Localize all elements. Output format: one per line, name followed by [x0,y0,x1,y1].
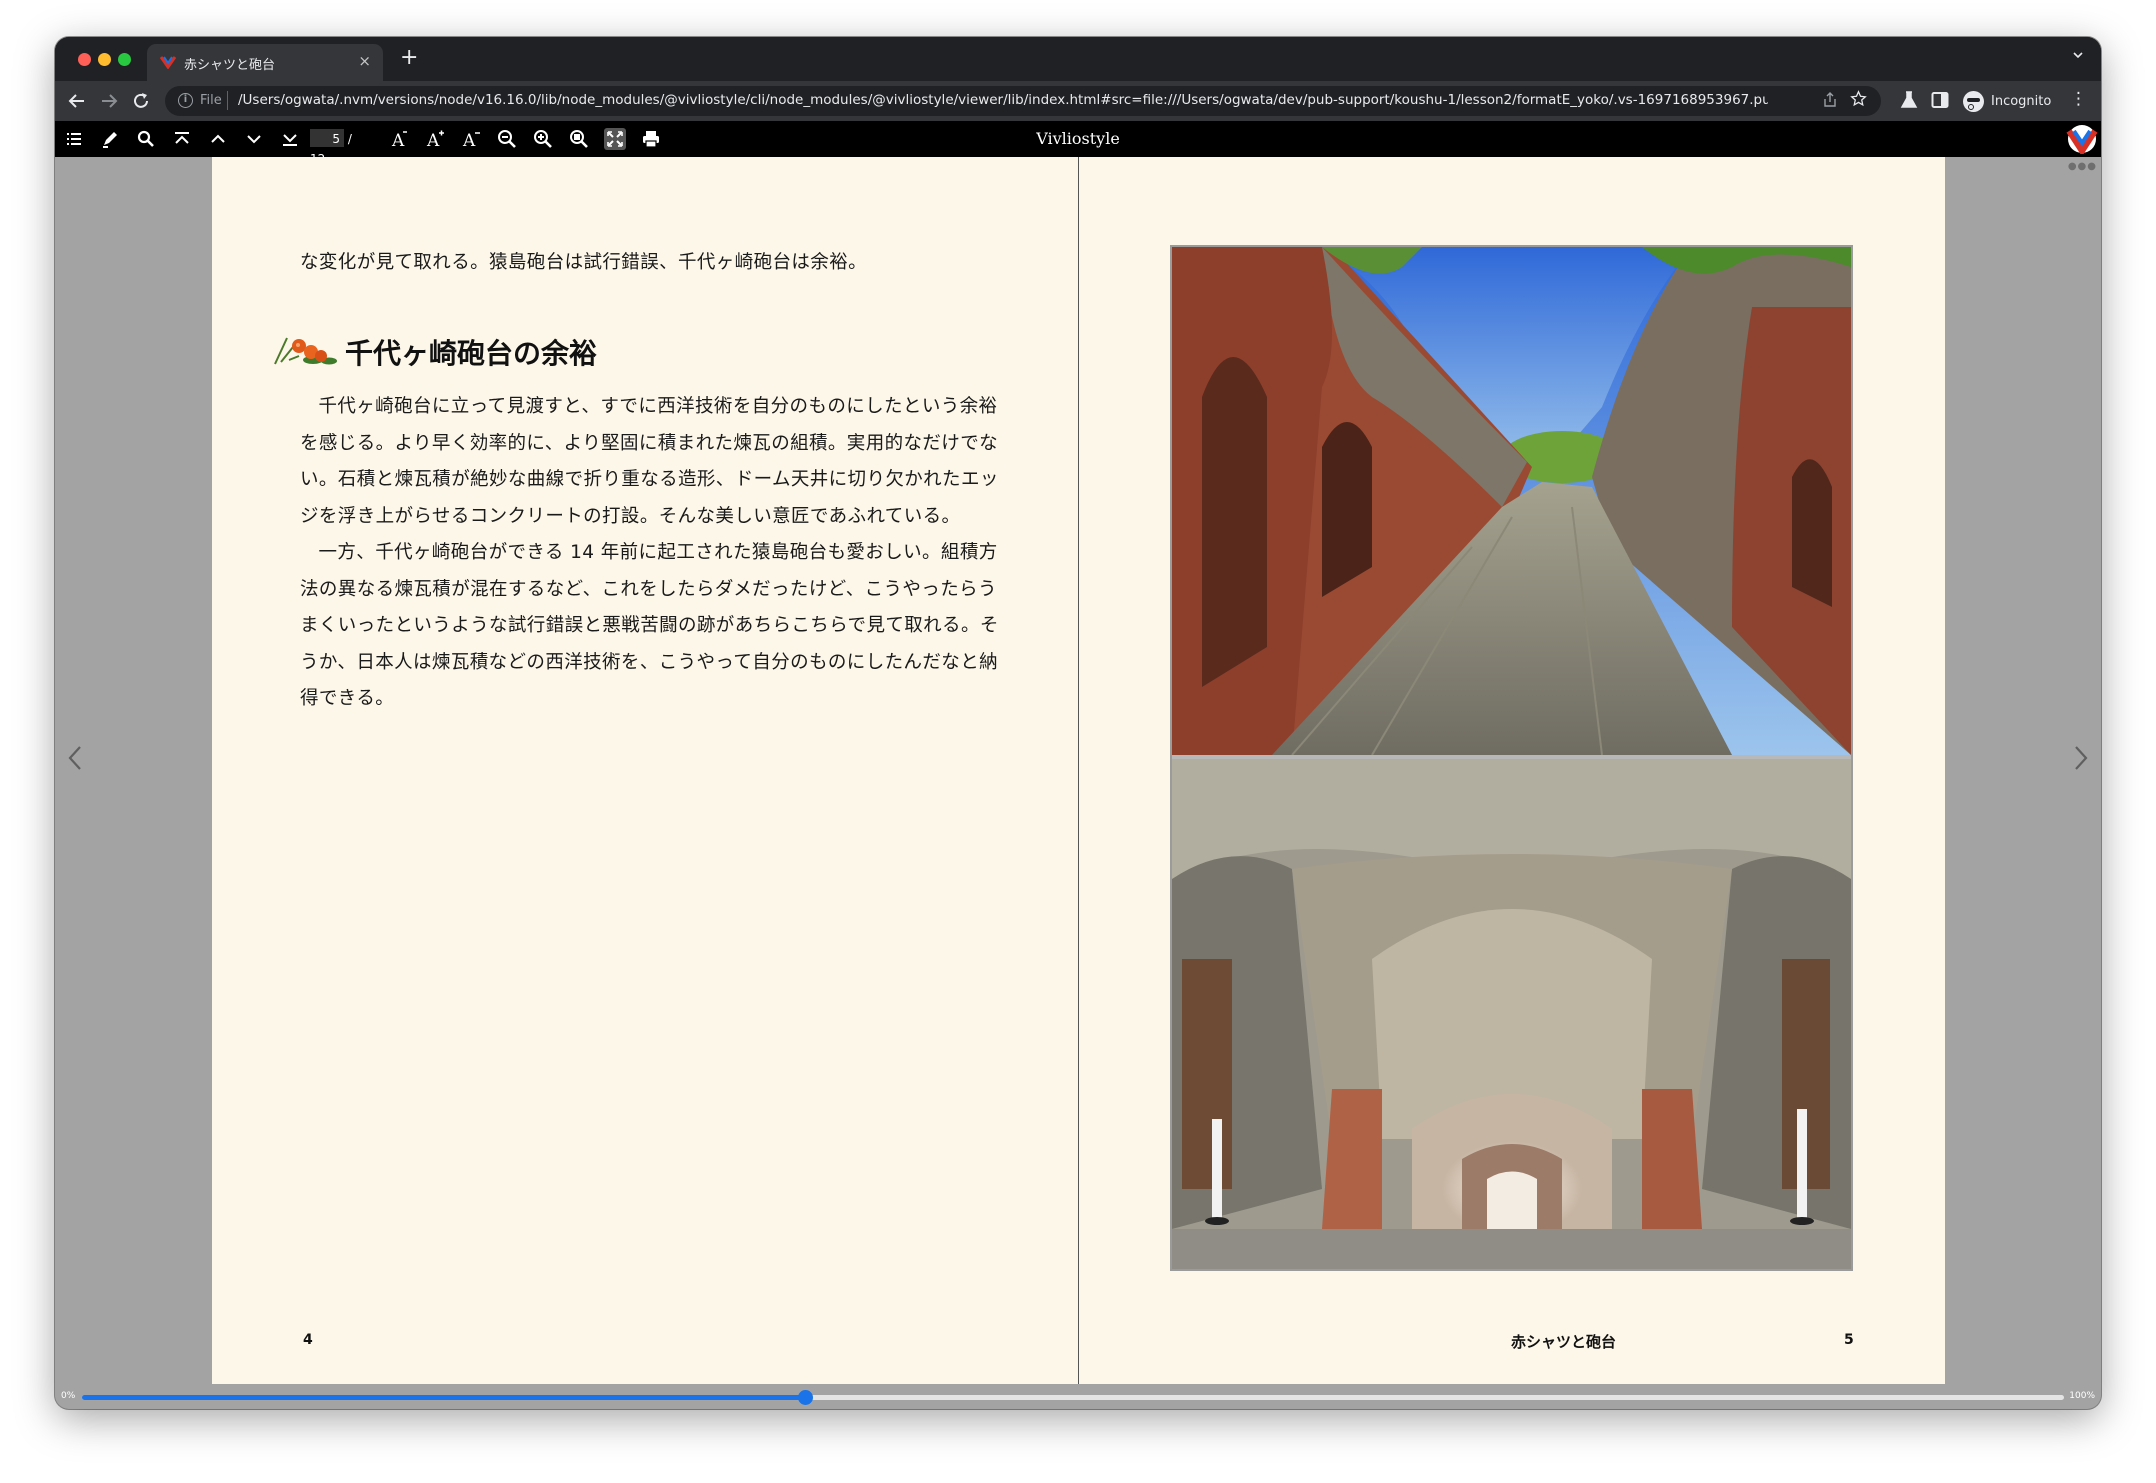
browser-toolbar: i File /Users/ogwata/.nvm/versions/node/… [55,81,2101,121]
tab-search-chevron-icon[interactable] [2073,50,2083,60]
side-panel-icon[interactable] [1931,90,1949,110]
share-icon[interactable] [1823,92,1837,108]
info-icon[interactable]: i [178,93,193,108]
paragraph-2: 一方、千代ヶ崎砲台ができる 14 年前に起工された猿島砲台も愛おしい。組積方法の… [300,542,999,709]
forward-icon[interactable] [97,89,121,113]
url-scheme-label: File [200,93,222,108]
new-tab-button[interactable]: + [400,46,418,70]
progress-track[interactable] [82,1390,2064,1405]
url-text[interactable]: /Users/ogwata/.nvm/versions/node/v16.16.… [238,92,1768,108]
omnibox-divider [227,91,228,110]
progress-thumb[interactable] [798,1390,814,1405]
viewer-title: Vivliostyle [1036,129,1120,148]
next-page-arrow-icon[interactable] [2073,744,2089,772]
more-dots-icon[interactable]: ●●● [2068,161,2097,172]
flower-ornament-icon [274,337,337,365]
brick-corridor-photo [1172,247,1851,755]
tab-close-icon[interactable]: × [358,52,371,70]
running-head: 赤シャツと砲台 [1511,1333,1617,1351]
minimize-window-button[interactable] [98,53,111,66]
prev-page-arrow-icon[interactable] [67,744,83,772]
close-window-button[interactable] [78,53,91,66]
viewer-toolbar: 5 / 12 A A A Vivliostyle [55,121,2101,166]
left-page: な変化が見て取れる。猿島砲台は試行錯誤、千代ヶ崎砲台は余裕。 千代ヶ崎砲台の余裕… [212,157,1078,1384]
menu-kebab-icon[interactable]: ⋮ [2070,91,2087,108]
progress-start-label: 0% [61,1391,76,1401]
reading-progress-bar: 0% 100% [55,1384,2101,1409]
bookmark-star-icon[interactable] [1850,90,1867,107]
zoom-window-button[interactable] [118,53,131,66]
section-heading: 千代ヶ崎砲台の余裕 [345,337,598,370]
section-body: 千代ヶ崎砲台に立って見渡すと、すでに西洋技術を自分のものにしたという余裕を感じる… [300,389,1000,718]
labs-flask-icon[interactable] [1900,90,1918,110]
incognito-label: Incognito [1991,93,2052,109]
photo-frame [1170,245,1853,1271]
address-bar[interactable]: i File /Users/ogwata/.nvm/versions/node/… [165,86,1881,116]
page-number-left: 4 [303,1332,313,1348]
browser-window: 赤シャツと砲台 × + i File /Users/ogwata/.nvm/ve… [55,37,2101,1409]
viewer-content: ●●● な変化が見て取れる。猿島砲台は試行錯誤、千代ヶ崎砲台は余裕。 千代ヶ崎砲… [55,157,2101,1409]
back-icon[interactable] [65,89,89,113]
paragraph-1: 千代ヶ崎砲台に立って見渡すと、すでに西洋技術を自分のものにしたという余裕を感じる… [300,396,999,527]
tab-title: 赤シャツと砲台 [184,58,276,73]
progress-end-label: 100% [2069,1391,2095,1401]
tab-strip: 赤シャツと砲台 × + [55,37,2101,81]
vivliostyle-favicon-icon [160,56,176,69]
tunnel-vault-photo [1172,759,1851,1269]
continued-paragraph: な変化が見て取れる。猿島砲台は試行錯誤、千代ヶ崎砲台は余裕。 [300,252,868,273]
incognito-profile-button[interactable]: Incognito [1963,89,2051,113]
progress-fill [82,1395,806,1400]
reload-icon[interactable] [129,89,153,113]
incognito-icon [1963,90,1984,112]
right-page: 赤シャツと砲台 5 [1079,157,1945,1384]
browser-tab[interactable]: 赤シャツと砲台 × [147,44,383,81]
page-number-right: 5 [1844,1332,1854,1348]
vivliostyle-logo-icon[interactable] [2065,124,2099,154]
